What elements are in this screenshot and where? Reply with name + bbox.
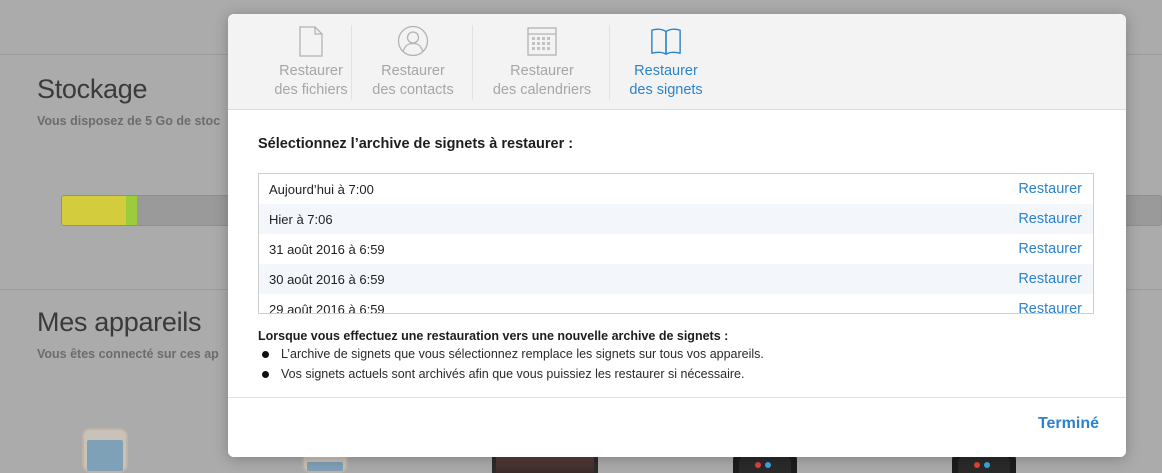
archive-row: 30 août 2016 à 6:59 Restaurer (259, 264, 1093, 294)
done-button[interactable]: Terminé (1038, 415, 1099, 433)
tab-divider (472, 25, 473, 100)
tab-bar: Restaurer des fichiers Restaurer des con… (228, 14, 1126, 110)
restore-dialog: Restaurer des fichiers Restaurer des con… (228, 14, 1126, 457)
archive-row: Aujourd’hui à 7:00 Restaurer (259, 174, 1093, 204)
restore-link[interactable]: Restaurer (1018, 271, 1082, 287)
archive-row: 31 août 2016 à 6:59 Restaurer (259, 234, 1093, 264)
tab-restore-calendars[interactable]: Restaurer des calendriers (479, 14, 605, 110)
archive-date: 31 août 2016 à 6:59 (269, 241, 385, 257)
dialog-heading: Sélectionnez l’archive de signets à rest… (258, 136, 574, 152)
restore-link[interactable]: Restaurer (1018, 211, 1082, 227)
archive-date: 29 août 2016 à 6:59 (269, 301, 385, 314)
archive-date: 30 août 2016 à 6:59 (269, 271, 385, 287)
tab-label: Restaurer des fichiers (274, 63, 348, 98)
note-bullet: Vos signets actuels sont archivés afin q… (258, 367, 744, 381)
archive-list[interactable]: Aujourd’hui à 7:00 Restaurer Hier à 7:06… (258, 173, 1094, 314)
tab-divider (609, 25, 610, 100)
calendar-icon (526, 25, 558, 57)
tab-label: Restaurer des calendriers (492, 63, 592, 98)
book-icon (650, 25, 682, 57)
archive-row: Hier à 7:06 Restaurer (259, 204, 1093, 234)
note-bullet: L’archive de signets que vous sélectionn… (258, 347, 764, 361)
archive-date: Hier à 7:06 (269, 211, 333, 227)
storage-title: Stockage (37, 74, 148, 104)
note-bullet-text: L’archive de signets que vous sélectionn… (281, 347, 764, 361)
restore-link[interactable]: Restaurer (1018, 241, 1082, 257)
devices-title: Mes appareils (37, 307, 202, 337)
note-title: Lorsque vous effectuez une restauration … (258, 329, 729, 343)
restore-link[interactable]: Restaurer (1018, 301, 1082, 313)
tab-restore-bookmarks[interactable]: Restaurer des signets (616, 14, 716, 110)
tab-label: Restaurer des contacts (372, 63, 454, 98)
bullet-icon (262, 370, 269, 378)
restore-link[interactable]: Restaurer (1018, 181, 1082, 197)
storage-subtitle: Vous disposez de 5 Go de stoc (37, 114, 221, 128)
archive-date: Aujourd’hui à 7:00 (269, 181, 374, 197)
storage-segment-secondary (126, 196, 137, 225)
tab-restore-contacts[interactable]: Restaurer des contacts (353, 14, 473, 110)
note-bullet-text: Vos signets actuels sont archivés afin q… (281, 367, 745, 381)
iphone-device[interactable] (82, 428, 128, 473)
archive-row: 29 août 2016 à 6:59 Restaurer (259, 294, 1093, 314)
tab-divider (351, 25, 352, 100)
document-icon (295, 25, 327, 57)
storage-segment-primary (62, 196, 126, 225)
bullet-icon (262, 350, 269, 358)
dialog-footer: Terminé (228, 397, 1126, 457)
contact-icon (397, 25, 429, 57)
tab-label: Restaurer des signets (629, 63, 703, 98)
devices-subtitle: Vous êtes connecté sur ces ap (37, 347, 219, 361)
